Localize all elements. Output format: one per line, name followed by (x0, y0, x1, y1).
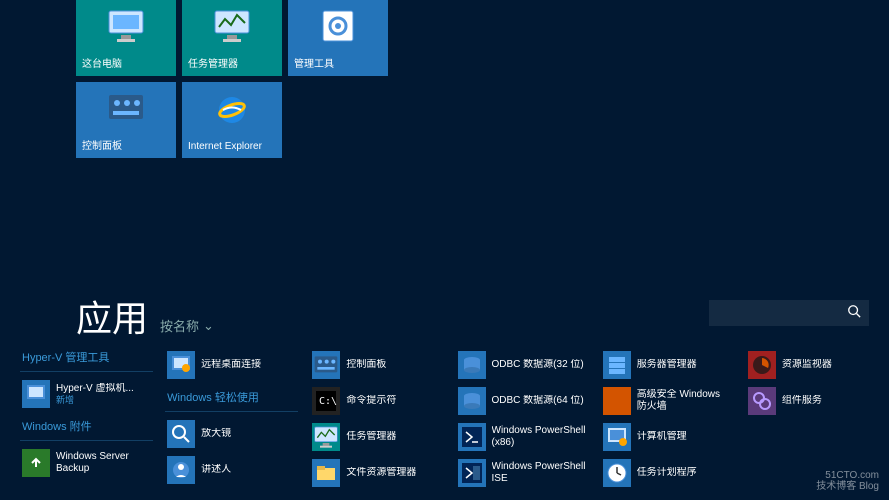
tools-icon (314, 4, 362, 48)
app-label: 任务计划程序 (637, 467, 697, 479)
tasksched-icon (603, 459, 631, 487)
app-item-compmgmt[interactable]: 计算机管理 (601, 421, 734, 453)
compsvc-icon (748, 387, 776, 415)
group-header[interactable]: Hyper-V 管理工具 (20, 345, 153, 372)
app-label: 远程桌面连接 (201, 359, 261, 371)
ie-icon (208, 86, 256, 130)
app-label: 组件服务 (782, 395, 822, 407)
tile-taskmgr[interactable]: 任务管理器 (182, 0, 282, 76)
app-item-psise[interactable]: Windows PowerShell ISE (456, 457, 589, 489)
odbc-icon (458, 387, 486, 415)
tile-label: 这台电脑 (82, 55, 170, 70)
app-item-servermgr[interactable]: 服务器管理器 (601, 349, 734, 381)
app-item-firewall[interactable]: 高级安全 Windows 防火墙 (601, 385, 734, 417)
apps-title: 应用 (76, 290, 148, 342)
tile-label: 控制面板 (82, 137, 170, 152)
magnify-icon (167, 420, 195, 448)
search-input[interactable] (709, 300, 869, 326)
rdp-icon (167, 351, 195, 379)
app-label: 服务器管理器 (637, 359, 697, 371)
app-item-rdp[interactable]: 远程桌面连接 (165, 349, 298, 381)
explorer-icon (312, 459, 340, 487)
odbc-icon (458, 351, 486, 379)
app-label: 讲述人 (201, 464, 231, 476)
app-item-odbc[interactable]: ODBC 数据源(64 位) (456, 385, 589, 417)
sort-dropdown[interactable]: 按名称 ⌄ (160, 316, 214, 335)
app-sublabel: 新增 (56, 395, 134, 406)
app-item-hyperv[interactable]: Hyper-V 虚拟机...新增 (20, 378, 153, 410)
firewall-icon (603, 387, 631, 415)
cpanel-icon (312, 351, 340, 379)
taskmgr-icon (312, 423, 340, 451)
app-label: 文件资源管理器 (346, 467, 416, 479)
backup-icon (22, 449, 50, 477)
app-label: 计算机管理 (637, 431, 687, 443)
app-item-cpanel[interactable]: 控制面板 (310, 349, 443, 381)
cmd-icon: C:\ (312, 387, 340, 415)
sort-label: 按名称 (160, 316, 199, 335)
group-header[interactable]: Windows 附件 (20, 414, 153, 441)
app-label: Windows PowerShell ISE (492, 461, 587, 485)
app-label: Windows Server Backup (56, 451, 151, 475)
app-item-explorer[interactable]: 文件资源管理器 (310, 457, 443, 489)
app-label: 放大镜 (201, 428, 231, 440)
app-label: 任务管理器 (346, 431, 396, 443)
app-item-resmon[interactable]: 资源监视器 (746, 349, 879, 381)
app-item-cmd[interactable]: C:\ 命令提示符 (310, 385, 443, 417)
resmon-icon (748, 351, 776, 379)
app-item-magnify[interactable]: 放大镜 (165, 418, 298, 450)
app-item-compsvc[interactable]: 组件服务 (746, 385, 879, 417)
watermark: 51CTO.com 技术博客 Blog (816, 470, 879, 492)
tile-label: 任务管理器 (188, 55, 276, 70)
hyperv-icon (22, 380, 50, 408)
cpanel-icon (102, 86, 150, 130)
app-label: 命令提示符 (346, 395, 396, 407)
ps-icon (458, 423, 486, 451)
tile-ie[interactable]: Internet Explorer (182, 82, 282, 158)
tile-cpanel[interactable]: 控制面板 (76, 82, 176, 158)
compmgmt-icon (603, 423, 631, 451)
tile-tools[interactable]: 管理工具 (288, 0, 388, 76)
app-label: 高级安全 Windows 防火墙 (637, 389, 732, 413)
app-label: 控制面板 (346, 359, 386, 371)
app-label: ODBC 数据源(64 位) (492, 395, 584, 407)
app-item-ps[interactable]: Windows PowerShell (x86) (456, 421, 589, 453)
psise-icon (458, 459, 486, 487)
svg-text:C:\: C:\ (319, 396, 337, 407)
servermgr-icon (603, 351, 631, 379)
pc-icon (102, 4, 150, 48)
app-item-tasksched[interactable]: 任务计划程序 (601, 457, 734, 489)
narrator-icon (167, 456, 195, 484)
tile-label: 管理工具 (294, 55, 382, 70)
tile-label: Internet Explorer (188, 141, 276, 152)
taskmgr-icon (208, 4, 256, 48)
app-item-narrator[interactable]: 讲述人 (165, 454, 298, 486)
chevron-down-icon: ⌄ (203, 318, 214, 334)
tile-pc[interactable]: 这台电脑 (76, 0, 176, 76)
app-label: 资源监视器 (782, 359, 832, 371)
app-label: Windows PowerShell (x86) (492, 425, 587, 449)
app-label: ODBC 数据源(32 位) (492, 359, 584, 371)
app-item-backup[interactable]: Windows Server Backup (20, 447, 153, 479)
app-item-odbc[interactable]: ODBC 数据源(32 位) (456, 349, 589, 381)
app-item-taskmgr[interactable]: 任务管理器 (310, 421, 443, 453)
app-label: Hyper-V 虚拟机... (56, 383, 134, 395)
group-header[interactable]: Windows 轻松使用 (165, 385, 298, 412)
